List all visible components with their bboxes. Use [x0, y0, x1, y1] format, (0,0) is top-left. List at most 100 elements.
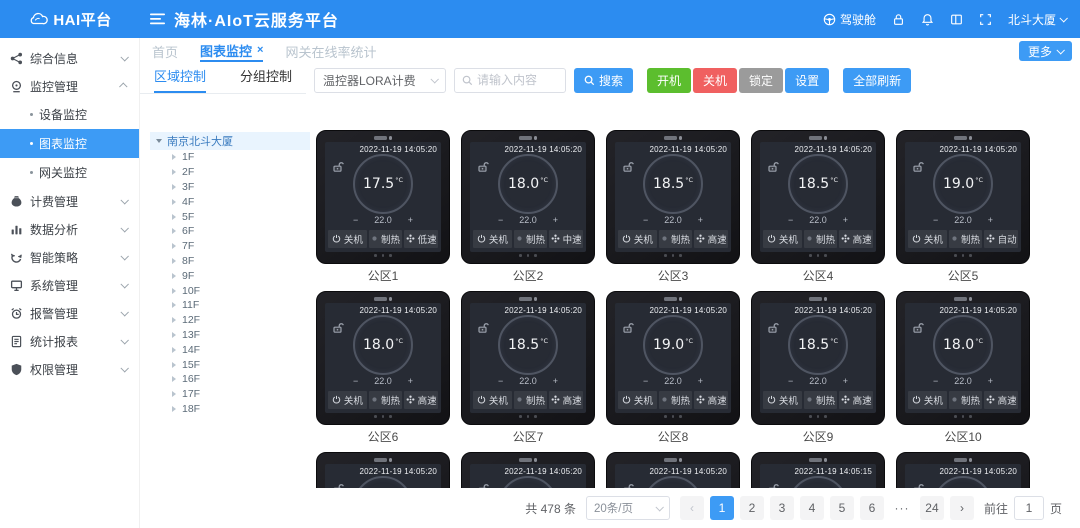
cockpit-button[interactable]: 驾驶舱: [823, 11, 876, 28]
next-page-button[interactable]: ›: [950, 496, 974, 520]
subtab[interactable]: 区域控制: [154, 66, 206, 93]
decrease-button[interactable]: −: [498, 215, 503, 225]
tree-floor-node[interactable]: 17F: [150, 387, 310, 402]
page-size-select[interactable]: 20条/页: [586, 496, 670, 520]
sidebar-item[interactable]: 系统管理: [0, 271, 139, 299]
sidebar-item[interactable]: 统计报表: [0, 327, 139, 355]
sidebar-subitem[interactable]: 网关监控: [0, 158, 139, 187]
increase-button[interactable]: +: [408, 376, 413, 386]
decrease-button[interactable]: −: [498, 376, 503, 386]
increase-button[interactable]: +: [988, 215, 993, 225]
thermostat-card[interactable]: 2022-11-19 14:05:20 17.5°C − 22.0 + 关机 制…: [316, 130, 450, 286]
tree-floor-node[interactable]: 12F: [150, 313, 310, 328]
tab-item[interactable]: 首页: [152, 40, 178, 62]
tree-floor-node[interactable]: 16F: [150, 372, 310, 387]
action-button[interactable]: 关机: [693, 68, 737, 93]
sidebar-item[interactable]: 报警管理: [0, 299, 139, 327]
increase-button[interactable]: +: [698, 215, 703, 225]
thermostat-card[interactable]: 2022-11-19 14:05:20 18.5°C − 22.0 + 关机 制…: [751, 291, 885, 447]
decrease-button[interactable]: −: [933, 376, 938, 386]
tree-floor-node[interactable]: 2F: [150, 165, 310, 180]
prev-page-button[interactable]: ‹: [680, 496, 704, 520]
tree-floor-node[interactable]: 9F: [150, 268, 310, 283]
increase-button[interactable]: +: [553, 215, 558, 225]
page-button[interactable]: 3: [770, 496, 794, 520]
sidebar-item[interactable]: 数据分析: [0, 215, 139, 243]
thermostat-card[interactable]: 2022-11-19 14:05:20 19.0°C − 22.0 + 关机 制…: [606, 291, 740, 447]
increase-button[interactable]: +: [843, 215, 848, 225]
thermostat-card[interactable]: 2022-11-19 14:05:20 20.0°C − 22.0 + 关机 制…: [896, 452, 1030, 488]
thermostat-card[interactable]: 2022-11-19 14:05:20 18.5°C − 22.0 + 关机 制…: [751, 130, 885, 286]
layout-panel-icon[interactable]: [950, 13, 963, 26]
tree-floor-node[interactable]: 8F: [150, 254, 310, 269]
thermostat-card[interactable]: 2022-11-19 14:05:20 19.0°C − 22.0 + 关机 制…: [896, 130, 1030, 286]
thermostat-card[interactable]: 2022-11-19 14:05:20 18.5°C − 22.0 + 关机 制…: [461, 291, 595, 447]
increase-button[interactable]: +: [698, 376, 703, 386]
sidebar-item[interactable]: 监控管理: [0, 72, 139, 100]
page-button[interactable]: 6: [860, 496, 884, 520]
sidebar-subitem[interactable]: 设备监控: [0, 100, 139, 129]
tree-floor-node[interactable]: 14F: [150, 342, 310, 357]
tree-floor-node[interactable]: 3F: [150, 180, 310, 195]
decrease-button[interactable]: −: [933, 215, 938, 225]
thermostat-card[interactable]: 2022-11-19 14:05:20 18.5°C − 22.0 + 关机 制…: [606, 130, 740, 286]
tree-floor-node[interactable]: 7F: [150, 239, 310, 254]
device-type-select[interactable]: 温控器LORA计费: [314, 68, 446, 93]
increase-button[interactable]: +: [988, 376, 993, 386]
page-button[interactable]: 4: [800, 496, 824, 520]
thermostat-card[interactable]: 2022-11-19 14:05:20 18.0°C − 22.0 + 关机 制…: [896, 291, 1030, 447]
decrease-button[interactable]: −: [788, 376, 793, 386]
decrease-button[interactable]: −: [643, 215, 648, 225]
tree-floor-node[interactable]: 6F: [150, 224, 310, 239]
tree-floor-node[interactable]: 11F: [150, 298, 310, 313]
close-icon[interactable]: ×: [257, 44, 263, 56]
fullscreen-icon[interactable]: [979, 13, 992, 26]
sidebar-item[interactable]: 权限管理: [0, 355, 139, 383]
goto-page-input[interactable]: [1014, 496, 1044, 520]
tab-active[interactable]: 图表监控 ×: [200, 40, 263, 62]
thermostat-card[interactable]: 2022-11-19 14:05:20 20.0°C − 22.0 + 关机 制…: [606, 452, 740, 488]
decrease-button[interactable]: −: [788, 215, 793, 225]
tree-floor-node[interactable]: 13F: [150, 328, 310, 343]
page-button[interactable]: 1: [710, 496, 734, 520]
lock-icon[interactable]: [892, 13, 905, 26]
sidebar-collapse-button[interactable]: [140, 13, 174, 25]
tree-floor-node[interactable]: 10F: [150, 283, 310, 298]
sidebar-item[interactable]: 计费管理: [0, 187, 139, 215]
sidebar-item[interactable]: 综合信息: [0, 44, 139, 72]
thermostat-card[interactable]: 2022-11-19 14:05:20 18.0°C − 22.0 + 关机 制…: [316, 452, 450, 488]
page-button[interactable]: 5: [830, 496, 854, 520]
ellipsis-pages[interactable]: ···: [890, 496, 914, 520]
page-button[interactable]: 24: [920, 496, 944, 520]
decrease-button[interactable]: −: [643, 376, 648, 386]
tree-root-node[interactable]: 南京北斗大厦: [150, 132, 310, 150]
decrease-button[interactable]: −: [353, 215, 358, 225]
tree-floor-node[interactable]: 5F: [150, 209, 310, 224]
increase-button[interactable]: +: [553, 376, 558, 386]
thermostat-card[interactable]: 2022-11-19 14:05:20 19.5°C − 22.0 + 关机 制…: [461, 452, 595, 488]
tree-floor-node[interactable]: 15F: [150, 357, 310, 372]
sidebar-subitem[interactable]: 图表监控: [0, 129, 139, 158]
decrease-button[interactable]: −: [353, 376, 358, 386]
project-switcher[interactable]: 北斗大厦: [1008, 11, 1066, 28]
tree-floor-node[interactable]: 4F: [150, 194, 310, 209]
tab-item[interactable]: 网关在线率统计: [285, 40, 376, 62]
thermostat-card[interactable]: 2022-11-19 14:05:20 18.0°C − 22.0 + 关机 制…: [461, 130, 595, 286]
subtab[interactable]: 分组控制: [240, 66, 292, 93]
sidebar-item[interactable]: 智能策略: [0, 243, 139, 271]
tree-floor-node[interactable]: 18F: [150, 402, 310, 417]
action-button[interactable]: 开机: [647, 68, 691, 93]
refresh-all-button[interactable]: 全部刷新: [843, 68, 911, 93]
bell-icon[interactable]: [921, 13, 934, 26]
action-button[interactable]: 设置: [785, 68, 829, 93]
page-button[interactable]: 2: [740, 496, 764, 520]
increase-button[interactable]: +: [408, 215, 413, 225]
increase-button[interactable]: +: [843, 376, 848, 386]
search-input[interactable]: [477, 73, 557, 87]
thermostat-card[interactable]: 2022-11-19 14:05:15 20.5°C − 22.0 + 关机 制…: [751, 452, 885, 488]
tree-floor-node[interactable]: 1F: [150, 150, 310, 165]
search-button[interactable]: 搜索: [574, 68, 633, 93]
thermostat-card[interactable]: 2022-11-19 14:05:20 18.0°C − 22.0 + 关机 制…: [316, 291, 450, 447]
action-button[interactable]: 锁定: [739, 68, 783, 93]
more-button[interactable]: 更多: [1019, 41, 1072, 61]
